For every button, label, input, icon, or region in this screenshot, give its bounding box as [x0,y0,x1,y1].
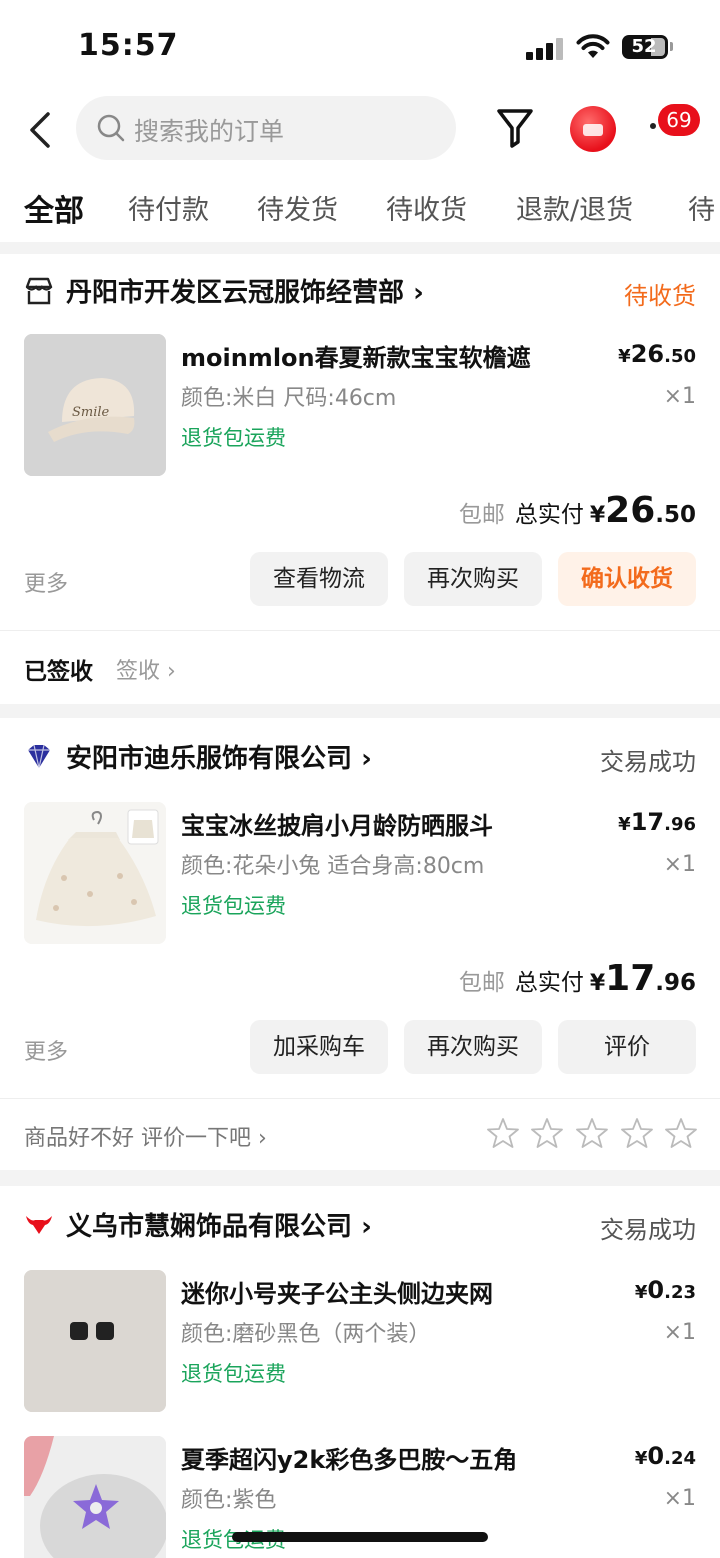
wifi-icon [576,34,610,58]
battery-tip [670,42,673,51]
product-title[interactable]: 夏季超闪y2k彩色多巴胺～五角 [181,1440,561,1475]
shop-name: 安阳市迪乐服饰有限公司 › [66,744,372,774]
product-price: ¥26.50 [618,340,696,368]
product-spec: 颜色:米白 尺码:46cm [181,386,397,411]
baby-hat-image: Smile [24,334,166,476]
tab-pending-receipt[interactable]: 待收货 [386,188,467,227]
divider [0,630,720,631]
logistics-detail-link[interactable]: 签收 › [116,653,176,685]
more-menu-icon[interactable] [650,123,656,129]
bull-shop-icon [26,1216,52,1234]
order-status: 交易成功 [600,1216,696,1244]
search-placeholder: 搜索我的订单 [134,117,285,146]
product-price: ¥0.23 [634,1276,696,1304]
product-image[interactable]: Smile [24,334,166,476]
order-total: 包邮 总实付 ¥26.50 [458,490,696,531]
tab-pending-shipment[interactable]: 待发货 [257,188,338,227]
return-shipping-tag: 退货包运费 [181,1362,286,1386]
star-icon[interactable] [664,1116,698,1150]
filter-icon[interactable] [496,106,534,150]
return-shipping-tag: 退货包运费 [181,426,286,450]
shop-row[interactable]: 丹阳市开发区云冠服饰经营部 › [24,272,584,312]
star-icon[interactable] [620,1116,654,1150]
product-title[interactable]: 迷你小号夹子公主头侧边夹网 [181,1274,561,1309]
shop-row[interactable]: 义乌市慧娴饰品有限公司 › [24,1206,584,1246]
review-prompt[interactable]: 商品好不好 评价一下吧 › [24,1120,267,1152]
baby-cape-image [24,802,166,944]
back-icon[interactable] [26,110,56,150]
status-bar: 15:57 52 [0,0,720,92]
product-quantity: ×1 [663,1486,696,1511]
star-icon[interactable] [530,1116,564,1150]
star-icon[interactable] [486,1116,520,1150]
shop-name: 丹阳市开发区云冠服饰经营部 › [66,278,424,308]
search-input[interactable]: 搜索我的订单 [76,96,456,160]
tab-pending-payment[interactable]: 待付款 [128,188,209,227]
product-image[interactable] [24,802,166,944]
product-title[interactable]: 宝宝冰丝披肩小月龄防晒服斗 [181,806,561,841]
battery-icon: 52 [622,35,668,59]
product-quantity: ×1 [663,852,696,877]
shop-name: 义乌市慧娴饰品有限公司 › [66,1212,372,1242]
product-spec: 颜色:紫色 [181,1488,277,1513]
product-price: ¥17.96 [618,808,696,836]
diamond-shop-icon [28,744,50,769]
tab-pending-review[interactable]: 待 [688,188,715,227]
product-image[interactable] [24,1270,166,1412]
order-total: 包邮 总实付 ¥17.96 [458,958,696,999]
status-time: 15:57 [78,28,179,63]
review-button[interactable]: 评价 [558,1020,696,1074]
order-card: 安阳市迪乐服饰有限公司 › 交易成功 宝宝冰丝披肩小月龄防晒服斗 颜色:花朵小兔… [0,718,720,1170]
message-badge[interactable]: 69 [658,104,700,136]
store-icon [25,277,53,305]
logistics-status[interactable]: 已签收 [24,652,93,686]
search-icon [97,114,125,142]
star-icon[interactable] [575,1116,609,1150]
more-button[interactable]: 更多 [24,566,68,598]
hair-clip-image [24,1270,166,1412]
order-card: 义乌市慧娴饰品有限公司 › 交易成功 迷你小号夹子公主头侧边夹网 颜色:磨砂黑色… [0,1186,720,1558]
home-indicator[interactable] [232,1532,488,1542]
tab-all[interactable]: 全部 [24,188,84,230]
buy-again-button[interactable]: 再次购买 [404,1020,542,1074]
battery-level: 52 [631,36,657,57]
return-shipping-tag: 退货包运费 [181,894,286,918]
star-clip-image [24,1436,166,1558]
svg-text:Smile: Smile [72,405,110,420]
divider [0,1098,720,1099]
shop-row[interactable]: 安阳市迪乐服饰有限公司 › [24,738,584,778]
product-quantity: ×1 [663,384,696,409]
confirm-receipt-button[interactable]: 确认收货 [558,552,696,606]
cellular-signal-icon [526,38,564,60]
product-title[interactable]: moinmlon春夏新款宝宝软檐遮 [181,338,561,373]
view-logistics-button[interactable]: 查看物流 [250,552,388,606]
product-price: ¥0.24 [634,1442,696,1470]
product-image[interactable] [24,1436,166,1558]
product-quantity: ×1 [663,1320,696,1345]
header: 搜索我的订单 69 全部 待付款 待发货 待收货 退款/退货 待 [0,92,720,242]
order-status: 待收货 [624,282,696,310]
product-spec: 颜色:花朵小兔 适合身高:80cm [181,854,485,879]
more-button[interactable]: 更多 [24,1034,68,1066]
tab-refund-return[interactable]: 退款/退货 [516,188,633,227]
add-to-purchase-cart-button[interactable]: 加采购车 [250,1020,388,1074]
order-tabs: 全部 待付款 待发货 待收货 退款/退货 待 [0,188,720,234]
product-spec: 颜色:磨砂黑色（两个装） [181,1322,431,1347]
buy-again-button[interactable]: 再次购买 [404,552,542,606]
order-card: 丹阳市开发区云冠服饰经营部 › 待收货 Smile moinmlon春夏新款宝宝… [0,254,720,704]
order-status: 交易成功 [600,748,696,776]
red-envelope-icon[interactable] [570,106,616,152]
